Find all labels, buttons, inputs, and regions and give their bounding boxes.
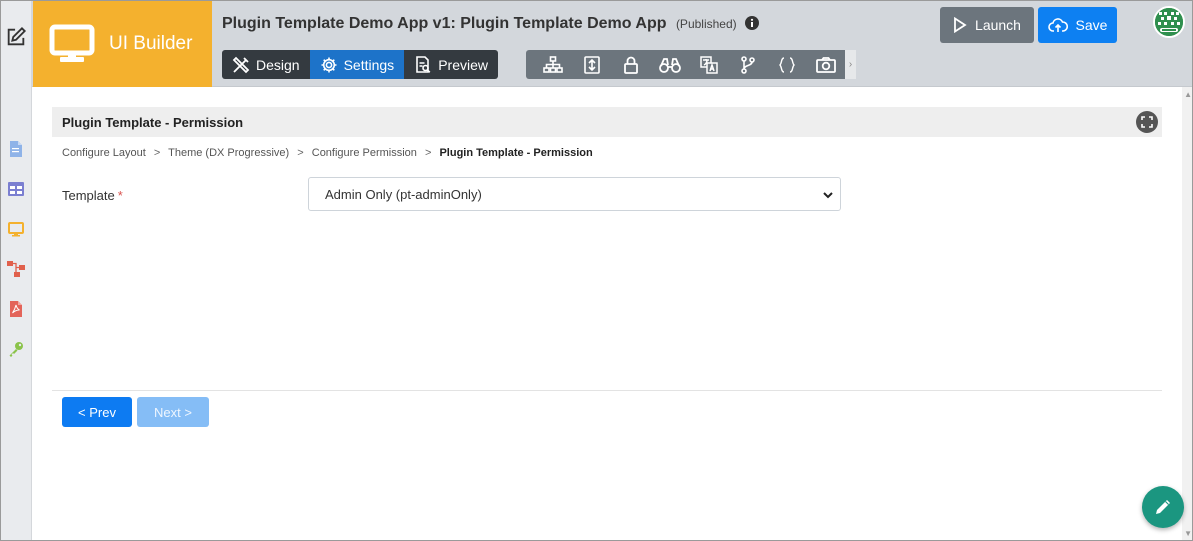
expand-icon (1141, 116, 1153, 128)
breadcrumb-item-configure-layout[interactable]: Configure Layout (62, 147, 146, 159)
breadcrumb-item-theme[interactable]: Theme (DX Progressive) (168, 147, 289, 159)
json-button[interactable] (767, 50, 806, 79)
edit-mode-toggle[interactable] (3, 24, 29, 50)
monitor-icon (49, 24, 95, 62)
sidebar-item-table[interactable] (7, 180, 25, 198)
vertical-scrollbar[interactable]: ▲ ▼ (1182, 87, 1192, 540)
mode-switcher: Design Settings Preview (222, 50, 498, 79)
edit-square-icon (7, 26, 27, 46)
mode-design-button[interactable]: Design (222, 50, 310, 79)
scroll-up-arrow[interactable]: ▲ (1184, 90, 1192, 99)
branch-icon (741, 55, 755, 74)
camera-icon (815, 56, 836, 73)
template-field-label: Template * (62, 188, 123, 203)
mode-preview-label: Preview (438, 56, 488, 73)
toolbar-scroll-right[interactable]: › (845, 50, 856, 79)
pencil-icon (1156, 500, 1170, 514)
template-label-text: Template (62, 188, 115, 203)
mode-preview-button[interactable]: Preview (404, 50, 498, 79)
sitemap-button[interactable] (534, 50, 573, 79)
required-mark: * (117, 188, 123, 203)
template-select[interactable]: Admin Only (pt-adminOnly) (308, 177, 841, 211)
next-button[interactable]: Next > (137, 397, 209, 427)
fullscreen-button[interactable] (1136, 111, 1158, 133)
binoculars-button[interactable] (651, 50, 690, 79)
launch-label: Launch (975, 17, 1021, 33)
document-icon (10, 141, 22, 157)
edit-fab-button[interactable] (1142, 486, 1184, 528)
table-icon (8, 182, 24, 196)
sidebar-item-pdf[interactable] (7, 300, 25, 318)
translate-button[interactable] (690, 50, 729, 79)
mode-design-label: Design (256, 56, 300, 73)
branch-button[interactable] (728, 50, 767, 79)
binoculars-icon (659, 57, 681, 73)
lock-icon (624, 56, 639, 74)
breadcrumb-separator: > (424, 147, 432, 159)
app-title-text: Plugin Template Demo App v1: Plugin Temp… (222, 15, 667, 32)
screenshot-button[interactable] (806, 50, 845, 79)
brand-logo[interactable]: UI Builder (33, 1, 212, 87)
preview-document-icon (416, 55, 431, 73)
play-icon (954, 17, 967, 33)
key-icon (9, 342, 23, 357)
panel-title: Plugin Template - Permission (62, 114, 244, 130)
breadcrumb-current: Plugin Template - Permission (439, 147, 593, 159)
breadcrumb-separator: > (297, 147, 304, 159)
pdf-icon (10, 301, 22, 317)
top-header: UI Builder Plugin Template Demo App v1: … (32, 1, 1192, 87)
app-window: UI Builder Plugin Template Demo App v1: … (0, 0, 1193, 541)
prev-button[interactable]: < Prev (62, 397, 132, 427)
panel-header: Plugin Template - Permission (52, 107, 1162, 137)
breadcrumb: Configure Layout > Theme (DX Progressive… (62, 147, 593, 159)
template-select-value: Admin Only (pt-adminOnly) (325, 186, 482, 202)
app-status: (Published) (675, 17, 737, 31)
curly-braces-icon (778, 56, 795, 73)
left-sidebar (1, 1, 32, 540)
lock-button[interactable] (612, 50, 651, 79)
monitor-icon (8, 221, 24, 236)
save-label: Save (1075, 17, 1108, 33)
sidebar-item-key[interactable] (7, 340, 25, 358)
design-tools-icon (232, 56, 250, 73)
translate-icon (700, 55, 718, 74)
breadcrumb-item-configure-permission[interactable]: Configure Permission (312, 147, 417, 159)
toolbar (526, 50, 845, 79)
brand-label: UI Builder (109, 33, 193, 54)
gear-icon (321, 57, 337, 72)
import-export-icon (584, 55, 601, 74)
chevron-down-icon (823, 192, 833, 199)
mode-settings-button[interactable]: Settings (309, 50, 405, 79)
app-title: Plugin Template Demo App v1: Plugin Temp… (222, 15, 760, 35)
mode-settings-label: Settings (343, 56, 395, 73)
chevron-right-icon: › (848, 59, 853, 70)
flow-icon (7, 261, 25, 277)
main-content: Plugin Template - Permission Configure L… (32, 87, 1192, 540)
footer-divider (52, 390, 1162, 391)
cloud-upload-icon (1047, 18, 1068, 32)
scroll-down-arrow[interactable]: ▼ (1184, 529, 1192, 538)
import-export-button[interactable] (573, 50, 612, 79)
launch-button[interactable]: Launch (940, 7, 1034, 43)
user-avatar[interactable] (1153, 6, 1185, 38)
sitemap-icon (543, 55, 564, 73)
breadcrumb-separator: > (153, 147, 161, 159)
sidebar-item-monitor[interactable] (7, 220, 25, 238)
admin-avatar-icon (1155, 8, 1183, 36)
save-button[interactable]: Save (1038, 7, 1117, 43)
app-info-button[interactable] (745, 16, 760, 35)
sidebar-item-flow[interactable] (7, 260, 25, 278)
sidebar-item-document[interactable] (7, 140, 25, 158)
info-icon (745, 16, 760, 30)
